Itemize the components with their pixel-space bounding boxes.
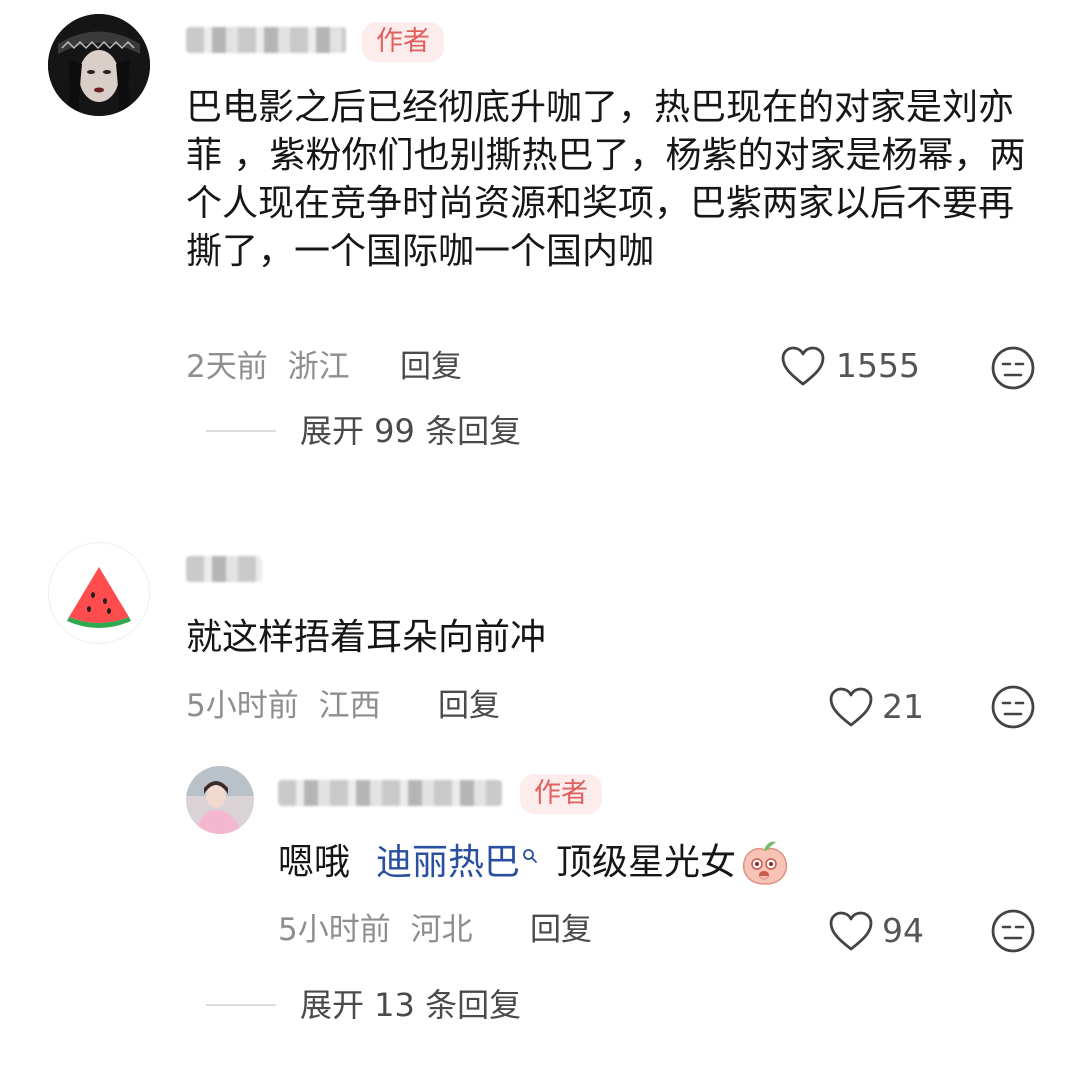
comment-location: 江西 (318, 688, 381, 724)
neutral-face-icon[interactable] (990, 684, 1036, 730)
heart-outline-icon (828, 910, 874, 952)
reply-text-prefix: 嗯哦 (278, 842, 351, 883)
reply-button[interactable]: 回复 (438, 686, 500, 726)
comment-text: 就这样捂着耳朵向前冲 (186, 617, 547, 658)
like-button[interactable]: 94 (828, 910, 924, 952)
avatar[interactable] (48, 14, 150, 116)
author-badge: 作者 (362, 22, 444, 62)
reply-button[interactable]: 回复 (530, 910, 592, 950)
author-name-blurred[interactable] (186, 556, 262, 582)
mention-text: 迪丽热巴 (376, 842, 521, 883)
like-count: 94 (882, 911, 924, 950)
mention-link[interactable]: 迪丽热巴 (376, 839, 538, 887)
neutral-face-icon[interactable] (990, 908, 1036, 954)
divider (206, 430, 276, 432)
reply-text: 嗯哦 迪丽热巴 顶级星光女 (278, 838, 792, 888)
peach-face-emoji (738, 838, 792, 888)
reply-time: 5小时前 (278, 912, 391, 948)
comment-text: 巴电影之后已经彻底升咖了，热巴现在的对家是刘亦菲 ，紫粉你们也别撕热巴了，杨紫的… (186, 87, 1026, 272)
watermelon-icon (67, 567, 131, 628)
heart-outline-icon (828, 686, 874, 728)
neutral-face-icon[interactable] (990, 345, 1036, 391)
heart-outline-icon (780, 345, 826, 387)
avatar[interactable] (48, 542, 150, 644)
like-count: 1555 (836, 346, 920, 385)
like-button[interactable]: 1555 (780, 345, 920, 387)
comment-meta: 5小时前 江西 (186, 686, 381, 726)
like-button[interactable]: 21 (828, 686, 924, 728)
author-name-blurred[interactable] (186, 27, 346, 53)
comment-location: 浙江 (287, 349, 350, 385)
search-icon (522, 848, 538, 864)
comment-meta: 2天前 浙江 (186, 347, 350, 387)
author-badge: 作者 (520, 774, 602, 814)
divider (206, 1004, 276, 1006)
reply-meta: 5小时前 河北 (278, 910, 473, 950)
reply-location: 河北 (410, 912, 473, 948)
expand-replies-button[interactable]: 展开 13 条回复 (300, 985, 521, 1025)
reply-text-suffix: 顶级星光女 (556, 842, 737, 883)
reply-button[interactable]: 回复 (400, 347, 462, 387)
like-count: 21 (882, 687, 924, 726)
avatar[interactable] (186, 766, 254, 834)
author-name-blurred[interactable] (278, 780, 502, 806)
comment-time: 2天前 (186, 349, 268, 385)
expand-replies-button[interactable]: 展开 99 条回复 (300, 411, 521, 451)
comment-time: 5小时前 (186, 688, 299, 724)
